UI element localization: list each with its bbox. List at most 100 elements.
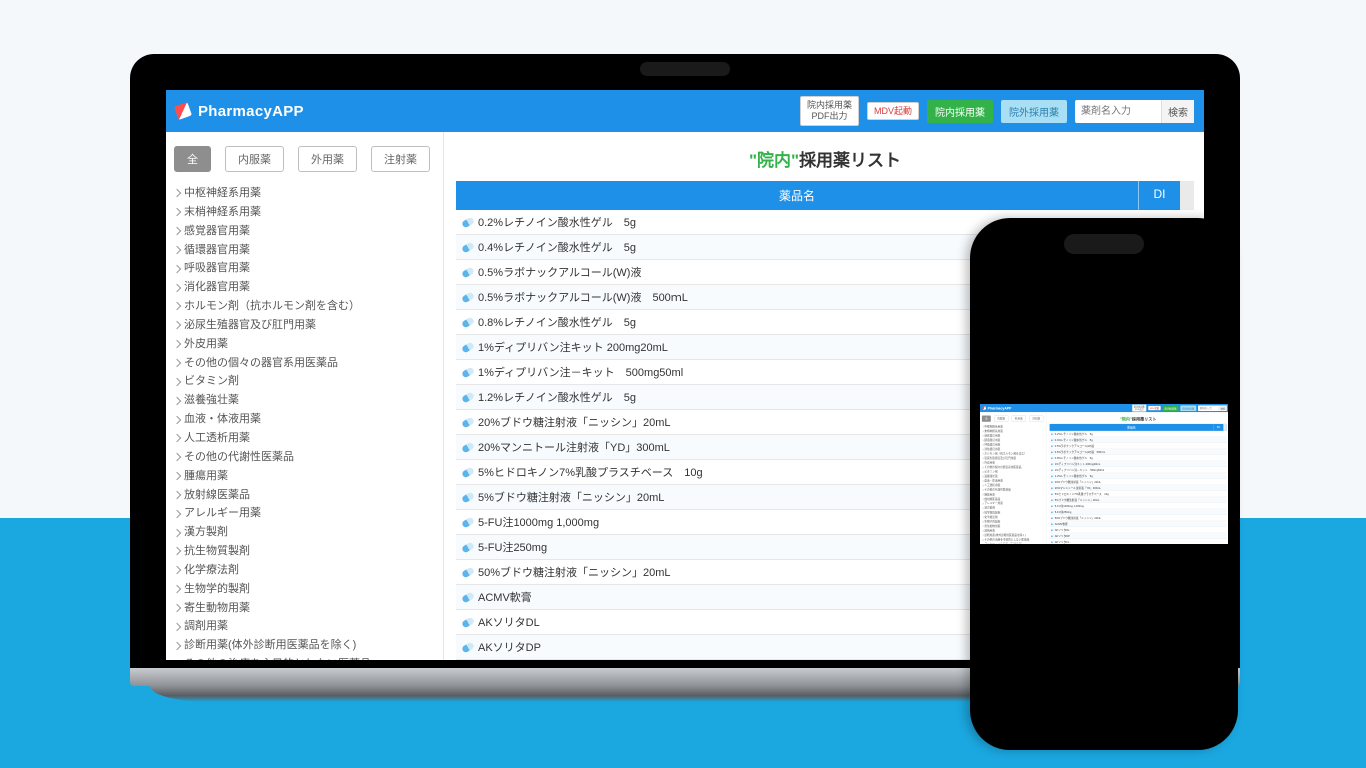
category-item[interactable]: 放射線医薬品 [172, 486, 437, 505]
drug-name-text: 1%ディプリバン注－キット 500mg50ml [478, 364, 683, 380]
filter-all-button[interactable]: 全 [174, 146, 211, 172]
category-item[interactable]: 調剤用薬 [172, 617, 437, 636]
category-item[interactable]: その他の代謝性医薬品 [172, 448, 437, 467]
category-item[interactable]: 生物学的製剤 [172, 580, 437, 599]
drug-name-cell: AKソリタDL [1050, 527, 1217, 533]
chevron-right-icon [173, 491, 181, 499]
category-item[interactable]: 診断用薬(体外診断用医薬品を除く) [172, 636, 437, 655]
drug-name-text: 20%ブドウ糖注射液「ニッシン」20mL [1055, 480, 1101, 484]
category-label: 寄生動物用薬 [984, 525, 1000, 529]
tab-in-hospital[interactable]: 院内採用薬 [927, 100, 993, 123]
category-item[interactable]: ビタミン剤 [172, 372, 437, 391]
chevron-right-icon [173, 585, 181, 593]
filter-all-button[interactable]: 全 [982, 416, 991, 422]
category-label: 放射線医薬品 [984, 497, 1000, 501]
phone-app-viewport: PharmacyAPP 院内採用薬 PDF出力 MDV起動 院内採用薬 院外採用… [980, 404, 1228, 544]
category-item[interactable]: 寄生動物用薬 [172, 599, 437, 618]
chevron-right-icon [173, 302, 181, 310]
category-item[interactable]: 外皮用薬 [172, 335, 437, 354]
category-label: 血液・体液用薬 [184, 412, 261, 427]
category-label: 外皮用薬 [984, 461, 995, 465]
category-item[interactable]: 感覚器官用薬 [172, 222, 437, 241]
category-item[interactable]: アルカロイド系麻薬（天然麻薬） [981, 542, 1045, 543]
filter-topical-button[interactable]: 外用薬 [298, 146, 357, 172]
category-label: 漢方製剤 [984, 507, 995, 511]
chevron-right-icon [173, 415, 181, 423]
drug-name-cell: 1.2%レチノイン酸水性ゲル 5g [1050, 473, 1217, 479]
chevron-right-icon [173, 453, 181, 461]
filter-oral-button[interactable]: 内服薬 [994, 416, 1008, 422]
mdv-launch-button[interactable]: MDV起動 [867, 102, 919, 121]
pill-icon [461, 291, 475, 303]
filter-injection-button[interactable]: 注射薬 [1029, 416, 1043, 422]
category-item[interactable]: 人工透析用薬 [172, 429, 437, 448]
tab-in-hospital[interactable]: 院内採用薬 [1163, 405, 1179, 411]
pill-icon [1051, 510, 1054, 513]
pdf-export-button[interactable]: 院内採用薬 PDF出力 [800, 96, 859, 126]
category-label: 腫瘍用薬 [984, 493, 995, 497]
category-item[interactable]: その他の個々の器官系用医薬品 [172, 354, 437, 373]
category-item[interactable]: 血液・体液用薬 [172, 410, 437, 429]
mdv-launch-button[interactable]: MDV起動 [1148, 406, 1160, 411]
search-button[interactable]: 検索 [1219, 405, 1227, 411]
app-body: 全 内服薬 外用薬 注射薬 中枢神経系用薬末梢神経系用薬感覚器官用薬循環器官用薬… [980, 412, 1228, 543]
pdf-export-line2: PDF出力 [1134, 408, 1145, 411]
chevron-right-icon [173, 246, 181, 254]
category-label: 消化器官用薬 [984, 448, 1000, 452]
tab-out-hospital[interactable]: 院外採用薬 [1180, 405, 1196, 411]
pdf-export-button[interactable]: 院内採用薬 PDF出力 [1132, 405, 1146, 412]
category-item[interactable]: 腫瘍用薬 [172, 467, 437, 486]
category-item[interactable]: 滋養強壮薬 [172, 391, 437, 410]
search-input[interactable] [1075, 102, 1161, 121]
drug-name-cell: 5%ブドウ糖注射液「ニッシン」20mL [1050, 497, 1217, 503]
pill-icon [461, 616, 475, 628]
chevron-right-icon [173, 283, 181, 291]
category-item[interactable]: 末梢神経系用薬 [172, 203, 437, 222]
category-item[interactable]: ホルモン剤（抗ホルモン剤を含む） [172, 297, 437, 316]
pill-icon [461, 316, 475, 328]
search-button[interactable]: 検索 [1161, 100, 1194, 123]
category-label: 呼吸器官用薬 [184, 261, 250, 276]
filter-topical-button[interactable]: 外用薬 [1012, 416, 1026, 422]
drug-name-text: 50%ブドウ糖注射液「ニッシン」20mL [478, 564, 671, 580]
list-title-rest: 採用薬リスト [799, 151, 901, 170]
category-item[interactable]: 抗生物質製剤 [172, 542, 437, 561]
drug-name-text: AKソリタDP [478, 639, 541, 655]
drug-row[interactable]: AKソリタFL [1050, 539, 1227, 543]
drug-name-text: 1.2%レチノイン酸水性ゲル 5g [1055, 474, 1093, 478]
category-label: その他の個々の器官系用医薬品 [184, 356, 338, 371]
sidebar: 全 内服薬 外用薬 注射薬 中枢神経系用薬末梢神経系用薬感覚器官用薬循環器官用薬… [980, 412, 1047, 543]
category-item[interactable]: 循環器官用薬 [172, 241, 437, 260]
drug-name-text: 0.5%ラボナックアルコール(W)液 500ｍL [478, 289, 688, 305]
category-label: 感覚器官用薬 [984, 434, 1000, 438]
table-header: 薬品名 DI [456, 181, 1194, 210]
category-label: その他の治療を主目的としない医薬品 [984, 538, 1029, 542]
category-label: 腫瘍用薬 [184, 469, 228, 484]
category-item[interactable]: 化学療法剤 [172, 561, 437, 580]
filter-injection-button[interactable]: 注射薬 [371, 146, 430, 172]
category-item[interactable]: 中枢神経系用薬 [172, 184, 437, 203]
category-item[interactable]: 消化器官用薬 [172, 278, 437, 297]
category-label: 漢方製剤 [184, 525, 228, 540]
drug-table-body[interactable]: 0.2%レチノイン酸水性ゲル 5g0.4%レチノイン酸水性ゲル 5g0.5%ラボ… [1050, 431, 1227, 543]
drug-name-cell: 20%ブドウ糖注射液「ニッシン」20mL [1050, 479, 1217, 485]
category-item[interactable]: 漢方製剤 [172, 523, 437, 542]
chevron-right-icon [173, 189, 181, 197]
drug-name-text: 1%ディプリバン注キット 200mg20mL [1055, 462, 1101, 466]
filter-oral-button[interactable]: 内服薬 [225, 146, 284, 172]
category-item[interactable]: 泌尿生殖器官及び肛門用薬 [172, 316, 437, 335]
category-item[interactable]: 呼吸器官用薬 [172, 259, 437, 278]
category-item[interactable]: アレルギー用薬 [172, 504, 437, 523]
category-list[interactable]: 中枢神経系用薬末梢神経系用薬感覚器官用薬循環器官用薬呼吸器官用薬消化器官用薬ホル… [981, 425, 1045, 544]
search-input[interactable] [1198, 406, 1219, 411]
pill-icon [1051, 528, 1054, 531]
sidebar: 全 内服薬 外用薬 注射薬 中枢神経系用薬末梢神経系用薬感覚器官用薬循環器官用薬… [166, 132, 444, 660]
category-item[interactable]: その他の治療を主目的としない医薬品 [172, 655, 437, 660]
drug-name-text: 1%ディプリバン注キット 200mg20mL [478, 339, 668, 355]
drug-name-text: 0.2%レチノイン酸水性ゲル 5g [1055, 432, 1093, 436]
chevron-right-icon [173, 472, 181, 480]
category-list[interactable]: 中枢神経系用薬末梢神経系用薬感覚器官用薬循環器官用薬呼吸器官用薬消化器官用薬ホル… [172, 184, 437, 660]
tab-out-hospital[interactable]: 院外採用薬 [1001, 100, 1067, 123]
pharmacy-app: PharmacyAPP 院内採用薬 PDF出力 MDV起動 院内採用薬 院外採用… [980, 404, 1228, 543]
category-label: アレルギー用薬 [184, 506, 261, 521]
